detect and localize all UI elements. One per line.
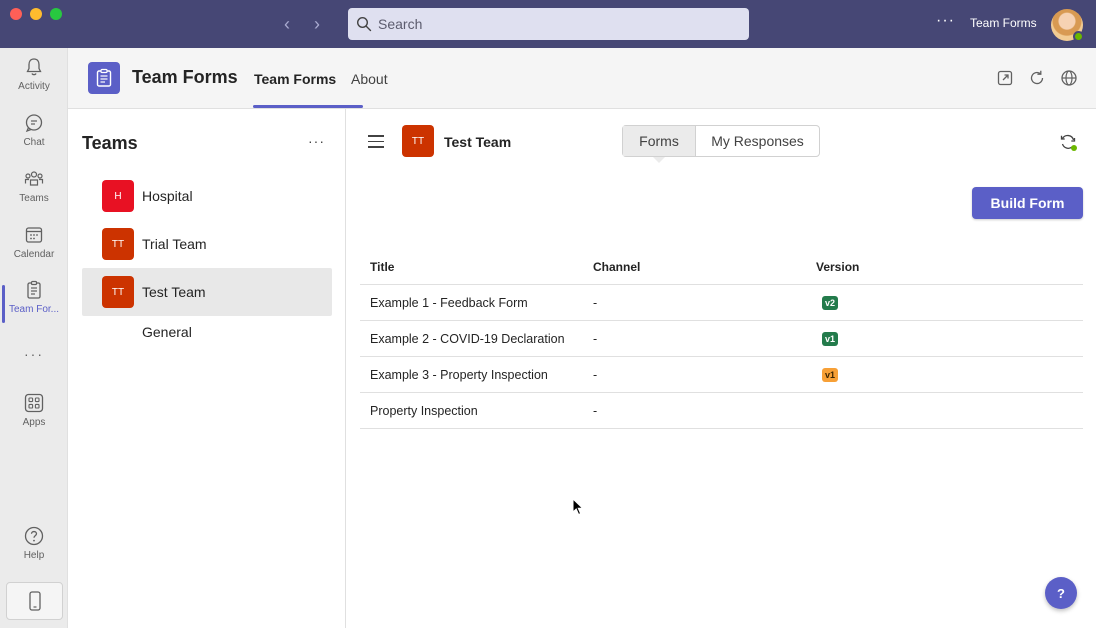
more-apps-icon[interactable]: ··· xyxy=(0,346,68,362)
version-badge: v1 xyxy=(822,368,839,382)
help-icon xyxy=(24,526,44,546)
form-title: Property Inspection xyxy=(370,403,478,418)
team-item-trial-team[interactable]: TT Trial Team xyxy=(82,220,332,268)
history-navigation: ‹ › xyxy=(278,12,326,36)
rail-item-label: Teams xyxy=(19,193,49,204)
tab-team-forms[interactable]: Team Forms xyxy=(254,71,336,87)
table-row[interactable]: Property Inspection - xyxy=(360,393,1083,429)
back-arrow-icon[interactable]: ‹ xyxy=(278,12,296,36)
team-forms-logo xyxy=(88,62,120,94)
tab-about[interactable]: About xyxy=(351,71,388,87)
presence-available-icon xyxy=(1073,31,1084,42)
app-header: Team Forms Team Forms About xyxy=(68,48,1096,109)
build-form-button[interactable]: Build Form xyxy=(972,187,1083,219)
search-icon xyxy=(356,16,372,32)
segment-forms[interactable]: Forms xyxy=(623,126,696,163)
apps-icon xyxy=(24,393,44,413)
form-channel: - xyxy=(593,331,598,346)
rail-item-calendar[interactable]: Calendar xyxy=(0,224,68,274)
team-name: Hospital xyxy=(142,188,193,204)
app-rail: Activity Chat Teams Calendar Team For...… xyxy=(0,48,68,628)
rail-item-chat[interactable]: Chat xyxy=(0,112,68,162)
rail-item-apps[interactable]: Apps xyxy=(0,392,68,442)
refresh-icon[interactable] xyxy=(1028,69,1046,87)
rail-item-label: Team For... xyxy=(8,304,59,315)
people-icon xyxy=(24,171,44,186)
search-input[interactable] xyxy=(378,16,718,32)
window-controls xyxy=(10,8,62,20)
view-switcher: Forms My Responses xyxy=(622,125,820,163)
version-badge: v1 xyxy=(822,332,839,346)
rail-item-activity[interactable]: Activity xyxy=(0,56,68,106)
form-title: Example 2 - COVID-19 Declaration xyxy=(370,331,565,346)
main-content: TT Test Team Forms My Responses Build Fo… xyxy=(346,109,1096,628)
rail-item-help[interactable]: Help xyxy=(0,525,68,575)
selected-team-name: Test Team xyxy=(444,134,512,150)
zoom-window-button[interactable] xyxy=(50,8,62,20)
search-box[interactable] xyxy=(348,8,749,40)
team-avatar: H xyxy=(102,180,134,212)
pop-out-icon[interactable] xyxy=(996,69,1014,87)
rail-item-label: Apps xyxy=(22,417,46,428)
teams-more-icon[interactable]: ··· xyxy=(308,133,325,149)
mouse-cursor-icon xyxy=(572,498,584,516)
teams-pane: Teams ··· H Hospital TT Trial Team TT Te… xyxy=(68,109,346,628)
forms-table: Title Channel Version Example 1 - Feedba… xyxy=(360,249,1083,429)
table-header: Title Channel Version xyxy=(360,249,1083,285)
bell-icon xyxy=(26,58,42,76)
mobile-phone-icon xyxy=(28,591,41,611)
form-channel: - xyxy=(593,367,598,382)
form-title: Example 3 - Property Inspection xyxy=(370,367,548,382)
rail-item-label: Help xyxy=(23,550,45,561)
globe-icon[interactable] xyxy=(1060,69,1078,87)
table-row[interactable]: Example 2 - COVID-19 Declaration - v1 xyxy=(360,321,1083,357)
download-mobile-button[interactable] xyxy=(6,582,63,620)
form-version: v2 xyxy=(806,295,1083,310)
column-header-title[interactable]: Title xyxy=(360,260,583,274)
team-avatar: TT xyxy=(402,125,434,157)
form-version: v1 xyxy=(806,367,1083,382)
rail-item-label: Calendar xyxy=(13,249,55,260)
team-name: Trial Team xyxy=(142,236,207,252)
more-options-icon[interactable]: ··· xyxy=(936,12,955,30)
version-badge: v2 xyxy=(822,296,839,310)
rail-item-label: Chat xyxy=(23,137,45,148)
table-row[interactable]: Example 1 - Feedback Form - v2 xyxy=(360,285,1083,321)
help-button[interactable]: ? xyxy=(1045,577,1077,609)
forms-icon xyxy=(27,280,41,299)
title-bar: ‹ › ··· Team Forms xyxy=(0,0,1096,48)
column-header-version[interactable]: Version xyxy=(806,260,1083,274)
team-name: Test Team xyxy=(142,284,206,300)
form-channel: - xyxy=(593,403,598,418)
team-item-hospital[interactable]: H Hospital xyxy=(82,172,332,220)
rail-item-label: Activity xyxy=(18,81,50,92)
avatar[interactable] xyxy=(1051,9,1084,42)
chat-icon xyxy=(25,114,43,133)
team-avatar: TT xyxy=(102,228,134,260)
titlebar-app-name: Team Forms xyxy=(970,16,1037,30)
team-item-test-team[interactable]: TT Test Team xyxy=(82,268,332,316)
rail-item-teams[interactable]: Teams xyxy=(0,168,68,218)
form-title: Example 1 - Feedback Form xyxy=(370,295,528,310)
segment-my-responses[interactable]: My Responses xyxy=(696,126,819,156)
hamburger-menu-icon[interactable] xyxy=(368,135,384,148)
active-tab-indicator xyxy=(253,105,363,108)
table-row[interactable]: Example 3 - Property Inspection - v1 xyxy=(360,357,1083,393)
team-avatar: TT xyxy=(102,276,134,308)
minimize-window-button[interactable] xyxy=(30,8,42,20)
calendar-icon xyxy=(25,227,43,243)
page-title: Team Forms xyxy=(132,67,238,87)
sync-status-icon[interactable] xyxy=(1058,132,1078,152)
forms-icon xyxy=(96,68,112,87)
column-header-channel[interactable]: Channel xyxy=(583,260,806,274)
form-channel: - xyxy=(593,295,598,310)
teams-heading: Teams xyxy=(82,133,138,153)
form-version: v1 xyxy=(806,331,1083,346)
forward-arrow-icon[interactable]: › xyxy=(308,12,326,36)
rail-item-team-forms[interactable]: Team For... xyxy=(0,279,68,329)
channel-item-general[interactable]: General xyxy=(142,324,192,340)
close-window-button[interactable] xyxy=(10,8,22,20)
